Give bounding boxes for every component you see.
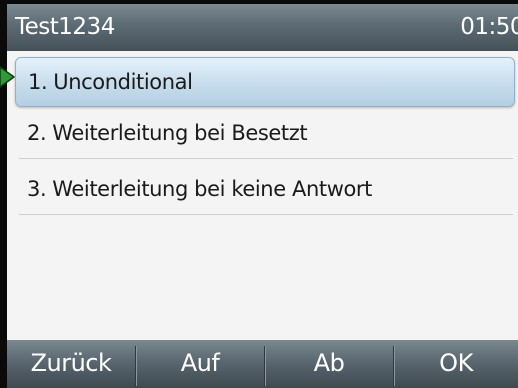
softkey-bar: Zurück Auf Ab OK [7,340,518,388]
menu-item-busy[interactable]: 2. Weiterleitung bei Besetzt [15,108,515,158]
softkey-up[interactable]: Auf [136,340,264,388]
divider [19,158,513,159]
cursor-arrow-icon [0,66,15,88]
menu-item-number: 1. [28,70,48,94]
display-area: Test1234 01:50 1. Unconditional 2. Weiterl… [7,4,518,388]
phone-screen: Test1234 01:50 1. Unconditional 2. Weiterl… [0,0,518,388]
menu-item-number: 2. [27,121,47,145]
menu-item-label: Weiterleitung bei Besetzt [52,121,308,145]
softkey-down[interactable]: Ab [265,340,393,388]
softkey-back[interactable]: Zurück [7,340,135,388]
menu-item-unconditional[interactable]: 1. Unconditional [15,57,515,107]
menu-item-label: Weiterleitung bei keine Antwort [52,177,373,201]
status-bar: Test1234 01:50 [7,4,518,51]
divider [19,214,513,215]
menu-item-no-answer[interactable]: 3. Weiterleitung bei keine Antwort [15,164,515,214]
softkey-ok[interactable]: OK [394,340,518,388]
menu-item-label: Unconditional [53,70,193,94]
menu-item-number: 3. [27,177,47,201]
clock-time: 01:50 [460,14,518,40]
account-title: Test1234 [15,14,115,40]
